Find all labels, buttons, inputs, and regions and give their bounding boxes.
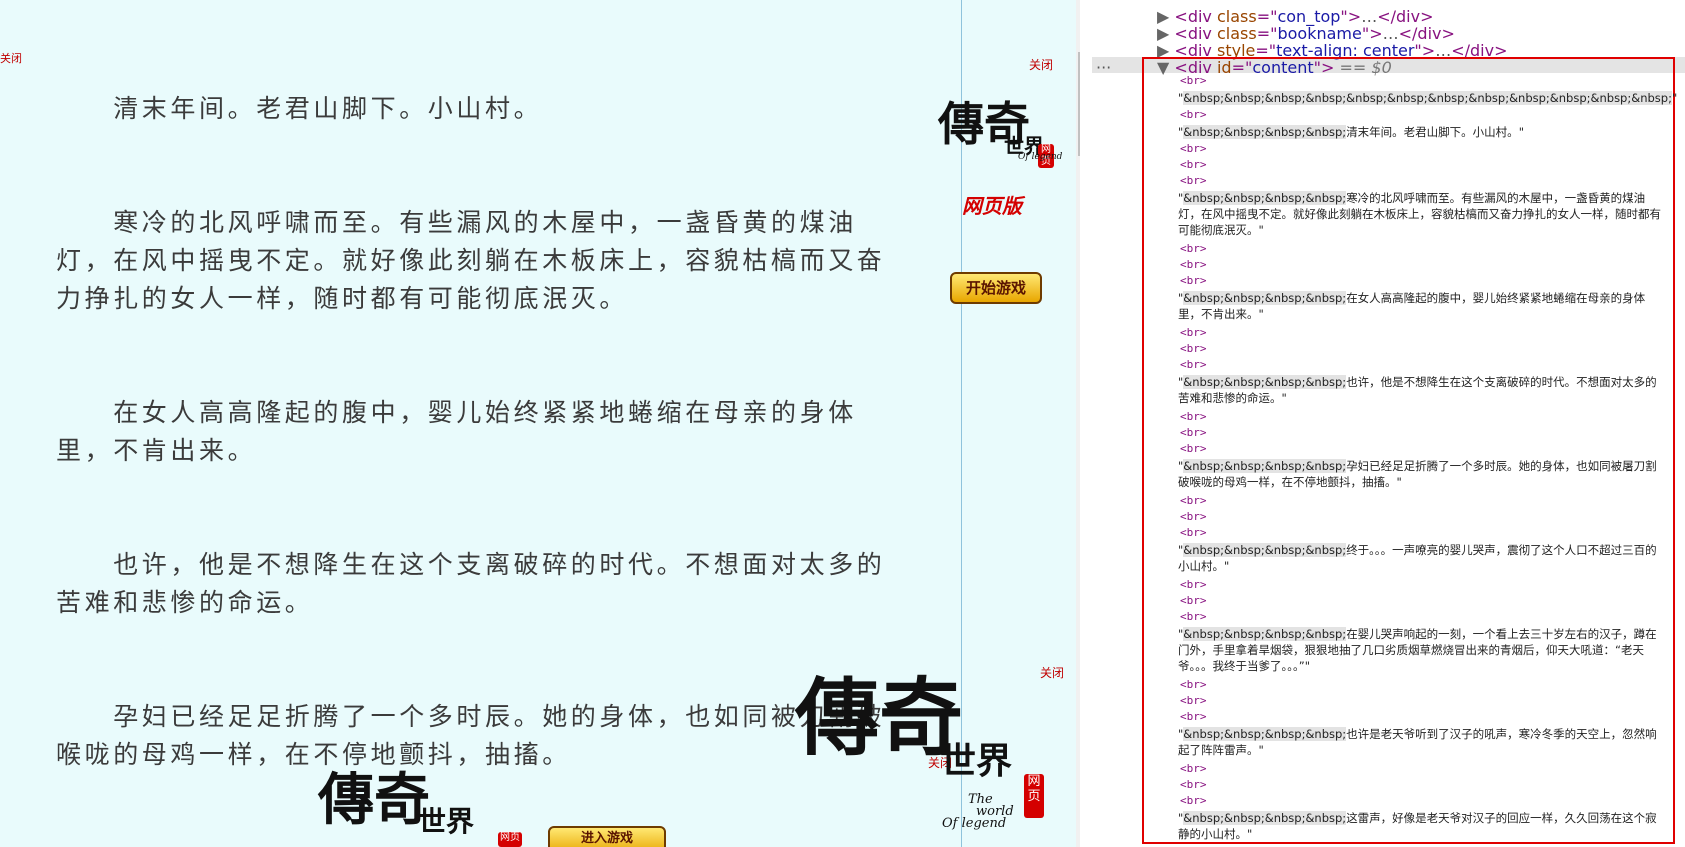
paragraph-2: 寒冷的北风呼啸而至。有些漏风的木屋中，一盏昏黄的煤油灯，在风中摇曳不定。就好像此… <box>56 208 886 313</box>
logo-sub-legend: Of legend <box>942 816 1007 831</box>
ad-close-button-2[interactable]: 关闭 <box>1040 664 1064 681</box>
br-tag[interactable]: <br> <box>1180 526 1207 539</box>
br-tag[interactable]: <br> <box>1180 594 1207 607</box>
br-tag[interactable]: <br> <box>1180 494 1207 507</box>
text-node-7[interactable]: "&nbsp;&nbsp;&nbsp;&nbsp;终于。。。一声嘹亮的婴儿哭声，… <box>1178 542 1668 574</box>
br-tag[interactable]: <br> <box>1180 174 1207 187</box>
ad-close-button[interactable]: 关闭 <box>1029 56 1053 73</box>
br-tag[interactable]: <br> <box>1180 74 1207 87</box>
br-tag[interactable]: <br> <box>1180 678 1207 691</box>
text-node-6[interactable]: "&nbsp;&nbsp;&nbsp;&nbsp;孕妇已经足足折腾了一个多时辰。… <box>1178 458 1668 490</box>
br-tag[interactable]: <br> <box>1180 326 1207 339</box>
br-tag[interactable]: <br> <box>1180 108 1207 121</box>
start-game-button[interactable]: 开始游戏 <box>950 272 1042 304</box>
br-tag[interactable]: <br> <box>1180 342 1207 355</box>
legend-logo-large: 傳奇 <box>795 668 964 767</box>
logo-subtitle: Of legend <box>1018 152 1063 162</box>
br-tag[interactable]: <br> <box>1180 442 1207 455</box>
legend-logo-small: 傳奇 <box>318 767 430 833</box>
text-node-9[interactable]: "&nbsp;&nbsp;&nbsp;&nbsp;也许是老天爷听到了汉子的吼声，… <box>1178 726 1668 758</box>
br-tag[interactable]: <br> <box>1180 426 1207 439</box>
legend-logo-world-small: 世界 <box>418 805 475 838</box>
text-node-5[interactable]: "&nbsp;&nbsp;&nbsp;&nbsp;也许，他是不想降生在这个支离破… <box>1178 374 1668 406</box>
text-node-1[interactable]: "&nbsp;&nbsp;&nbsp;&nbsp;&nbsp;&nbsp;&nb… <box>1178 90 1677 106</box>
br-tag[interactable]: <br> <box>1180 258 1207 271</box>
left-edge-close[interactable]: 关闭 <box>0 50 22 66</box>
paragraph-5: 孕妇已经足足折腾了一个多时辰。她的身体，也如同被刀割破喉咙的母鸡一样，在不停地颤… <box>56 702 886 769</box>
br-tag[interactable]: <br> <box>1180 158 1207 171</box>
br-tag[interactable]: <br> <box>1180 610 1207 623</box>
reader-page: 关闭 清末年间。老君山脚下。小山村。 寒冷的北风呼啸而至。有些漏风的木屋中，一盏… <box>0 0 1080 847</box>
text-node-3[interactable]: "&nbsp;&nbsp;&nbsp;&nbsp;寒冷的北风呼啸而至。有些漏风的… <box>1178 190 1668 238</box>
paragraph-4: 也许，他是不想降生在这个支离破碎的时代。不想面对太多的苦难和悲惨的命运。 <box>56 550 886 617</box>
br-tag[interactable]: <br> <box>1180 794 1207 807</box>
text-node-4[interactable]: "&nbsp;&nbsp;&nbsp;&nbsp;在女人高高隆起的腹中，婴儿始终… <box>1178 290 1668 322</box>
legend-logo-world-large: 世界 <box>940 740 1013 782</box>
br-tag[interactable]: <br> <box>1180 578 1207 591</box>
br-tag[interactable]: <br> <box>1180 778 1207 791</box>
paragraph-1: 清末年间。老君山脚下。小山村。 <box>56 94 543 123</box>
br-tag[interactable]: <br> <box>1180 710 1207 723</box>
web-version-label: 网页版 <box>962 194 1022 218</box>
paragraph-3: 在女人高高隆起的腹中，婴儿始终紧紧地蜷缩在母亲的身体里，不肯出来。 <box>56 398 857 465</box>
text-node-10[interactable]: "&nbsp;&nbsp;&nbsp;&nbsp;这雷声，好像是老天爷对汉子的回… <box>1178 810 1668 842</box>
br-tag[interactable]: <br> <box>1180 410 1207 423</box>
page-scrollbar-thumb[interactable] <box>1078 52 1080 156</box>
br-tag[interactable]: <br> <box>1180 510 1207 523</box>
seal-stamp-small: 网页 <box>498 832 522 847</box>
br-tag[interactable]: <br> <box>1180 762 1207 775</box>
br-tag[interactable]: <br> <box>1180 358 1207 371</box>
enter-game-button[interactable]: 进入游戏 <box>548 826 666 847</box>
br-tag[interactable]: <br> <box>1180 274 1207 287</box>
br-tag[interactable]: <br> <box>1180 142 1207 155</box>
more-options-icon[interactable]: ··· <box>1096 58 1111 77</box>
br-tag[interactable]: <br> <box>1180 694 1207 707</box>
text-node-8[interactable]: "&nbsp;&nbsp;&nbsp;&nbsp;在婴儿哭声响起的一刻，一个看上… <box>1178 626 1668 674</box>
text-node-2[interactable]: "&nbsp;&nbsp;&nbsp;&nbsp;清末年间。老君山脚下。小山村。… <box>1178 124 1668 140</box>
seal-stamp-large: 网页 <box>1024 774 1044 818</box>
br-tag[interactable]: <br> <box>1180 242 1207 255</box>
